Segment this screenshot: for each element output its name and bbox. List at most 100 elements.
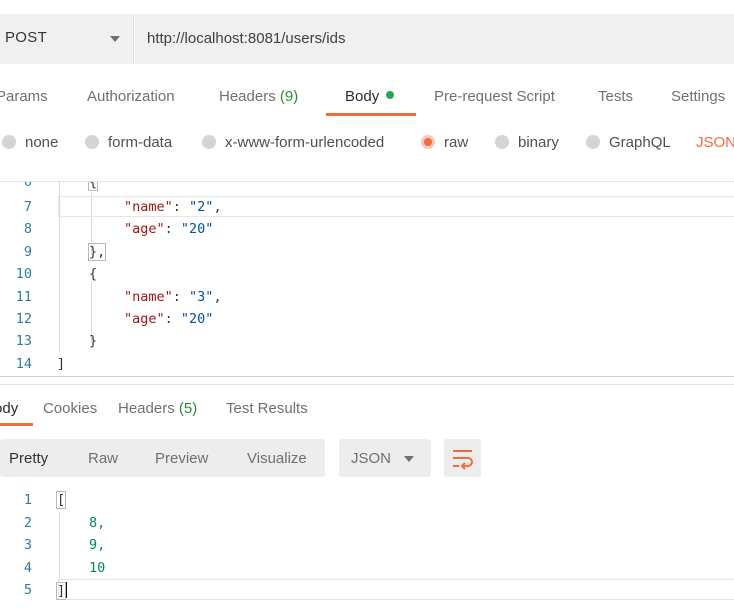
view-visualize[interactable]: Visualize [247,450,307,467]
tab-response-headers-label: Headers [118,400,175,417]
radio-raw[interactable]: raw [421,134,468,151]
active-response-tab-indicator [0,423,33,426]
radio-icon [202,135,216,149]
bracket: ] [55,582,67,600]
request-body-editor[interactable]: 6 { 7 "name": "2", 8 "age": "20" 9 }, 10… [0,182,734,376]
tab-headers-count: (9) [279,88,299,105]
tab-response-headers-count: (5) [178,400,198,417]
wrap-lines-button[interactable] [444,439,481,477]
response-tabs: Body Cookies Headers (5) Test Results [0,390,734,426]
code-line: "name": "3", [124,289,222,305]
line-number: 4 [23,560,32,576]
radio-x-www-form-urlencoded[interactable]: x-www-form-urlencoded [202,134,384,151]
json-number: 8, [89,515,106,531]
json-key: "name" [124,289,173,305]
radio-selected-icon [421,135,435,149]
radio-icon [2,135,16,149]
request-tabs: Params Authorization Headers (9) Body Pr… [0,78,734,118]
view-raw[interactable]: Raw [88,450,118,467]
tab-response-body[interactable]: Body [0,400,18,417]
radio-label: GraphQL [609,134,671,151]
punctuation: , [213,289,222,305]
radio-icon [495,135,509,149]
radio-label: binary [518,134,559,151]
url-bar: POST http://localhost:8081/users/ids [0,14,734,64]
line-number: 11 [15,289,32,305]
json-key: "age" [124,311,165,327]
response-format-select[interactable]: JSON [339,439,431,477]
url-input[interactable]: http://localhost:8081/users/ids [135,14,734,64]
tab-response-headers[interactable]: Headers (5) [118,400,197,417]
view-preview[interactable]: Preview [155,450,208,467]
radio-icon [85,135,99,149]
line-number: 14 [15,356,32,372]
json-key: "name" [124,199,173,215]
line-number: 13 [15,333,32,349]
radio-label: form-data [108,134,173,151]
code-line: "name": "2", [124,199,222,215]
body-format-dropdown[interactable]: JSON [696,134,734,151]
tab-settings[interactable]: Settings [671,88,725,105]
tab-body-label: Body [345,88,380,105]
current-line-highlight [58,579,734,600]
tab-headers[interactable]: Headers (9) [219,88,298,105]
radio-binary[interactable]: binary [495,134,559,151]
radio-label: raw [444,134,469,151]
line-number: 1 [23,492,32,508]
body-type-options: none form-data x-www-form-urlencoded raw… [0,126,734,160]
line-number: 9 [23,244,32,260]
json-number: 9, [89,537,106,553]
code-line: [ [55,491,67,509]
brace: }, [87,243,107,261]
radio-icon [586,135,600,149]
indent-guide [59,512,60,578]
tab-authorization[interactable]: Authorization [87,88,175,105]
text-cursor [66,582,68,598]
code-line: ] [55,582,68,600]
response-body-editor[interactable]: 1 [ 2 8, 3 9, 4 10 5 ] [0,488,734,611]
tab-headers-label: Headers [219,88,276,105]
radio-none[interactable]: none [2,134,58,151]
line-number: 6 [23,182,32,190]
line-number: 12 [15,311,32,327]
code-line: { [89,266,98,282]
bracket: [ [55,491,67,509]
tab-pre-request-script[interactable]: Pre-request Script [434,88,555,105]
json-string: "2" [189,199,214,215]
radio-graphql[interactable]: GraphQL [586,134,671,151]
json-number: 10 [89,560,106,576]
line-number: 8 [23,221,32,237]
json-string: "3" [189,289,214,305]
wrap-lines-icon [453,450,473,470]
tab-test-results[interactable]: Test Results [226,400,308,417]
line-number: 10 [15,266,32,282]
tab-tests[interactable]: Tests [598,88,633,105]
line-number: 2 [23,515,32,531]
view-pretty[interactable]: Pretty [9,450,48,467]
json-key: "age" [124,221,165,237]
chevron-down-icon [404,456,414,462]
code-line: ] [57,356,66,372]
punctuation: , [213,199,222,215]
active-tab-indicator [326,113,416,116]
brace: { [87,182,99,191]
radio-label: none [25,134,59,151]
view-mode-segment: Pretty Raw Preview Visualize [0,439,325,477]
pane-splitter[interactable] [0,376,734,377]
method-label: POST [5,29,48,46]
tab-cookies[interactable]: Cookies [43,400,97,417]
method-select[interactable]: POST [0,14,134,64]
radio-form-data[interactable]: form-data [85,134,172,151]
divider [0,384,734,385]
tab-body[interactable]: Body [345,88,395,105]
code-line: }, [87,243,107,261]
line-number: 5 [23,582,32,598]
radio-label: x-www-form-urlencoded [225,134,385,151]
json-string: "20" [180,311,214,327]
url-text: http://localhost:8081/users/ids [147,30,346,47]
line-number: 7 [23,199,32,215]
code-line: "age": "20" [124,221,214,237]
json-string: "20" [180,221,214,237]
code-line: "age": "20" [124,311,214,327]
tab-params[interactable]: Params [0,88,48,105]
